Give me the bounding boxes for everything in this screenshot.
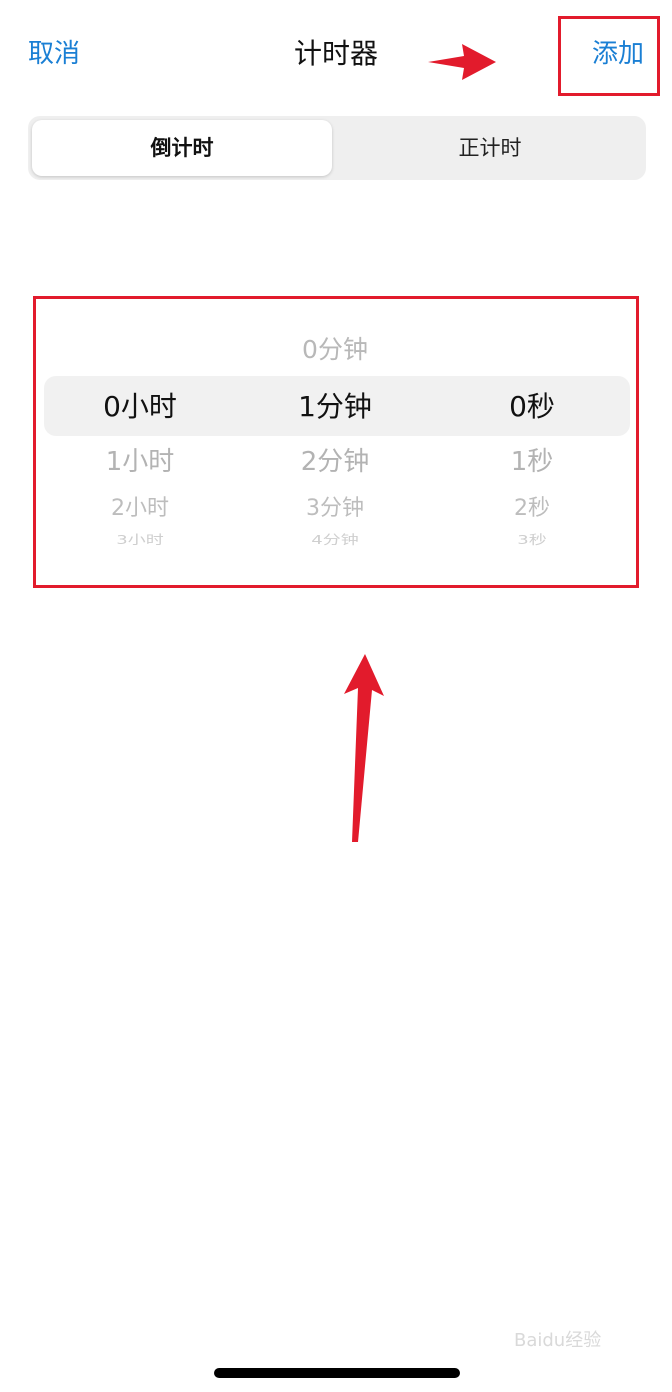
add-button-highlight-box [558,16,660,96]
right-arrow-annotation [428,44,496,80]
home-indicator[interactable] [214,1368,460,1378]
timer-screen: 取消 计时器 添加 倒计时 正计时 0分钟 0小时 1分钟 0秒 1小时 2分钟… [0,0,672,1392]
tab-countdown[interactable]: 倒计时 [32,120,332,176]
tab-countup[interactable]: 正计时 [338,120,642,176]
watermark-logo: Baidu经验 [514,1330,602,1351]
picker-highlight-box [33,296,639,588]
up-arrow-annotation [344,654,384,842]
timer-mode-segmented-control: 倒计时 正计时 [28,116,646,180]
